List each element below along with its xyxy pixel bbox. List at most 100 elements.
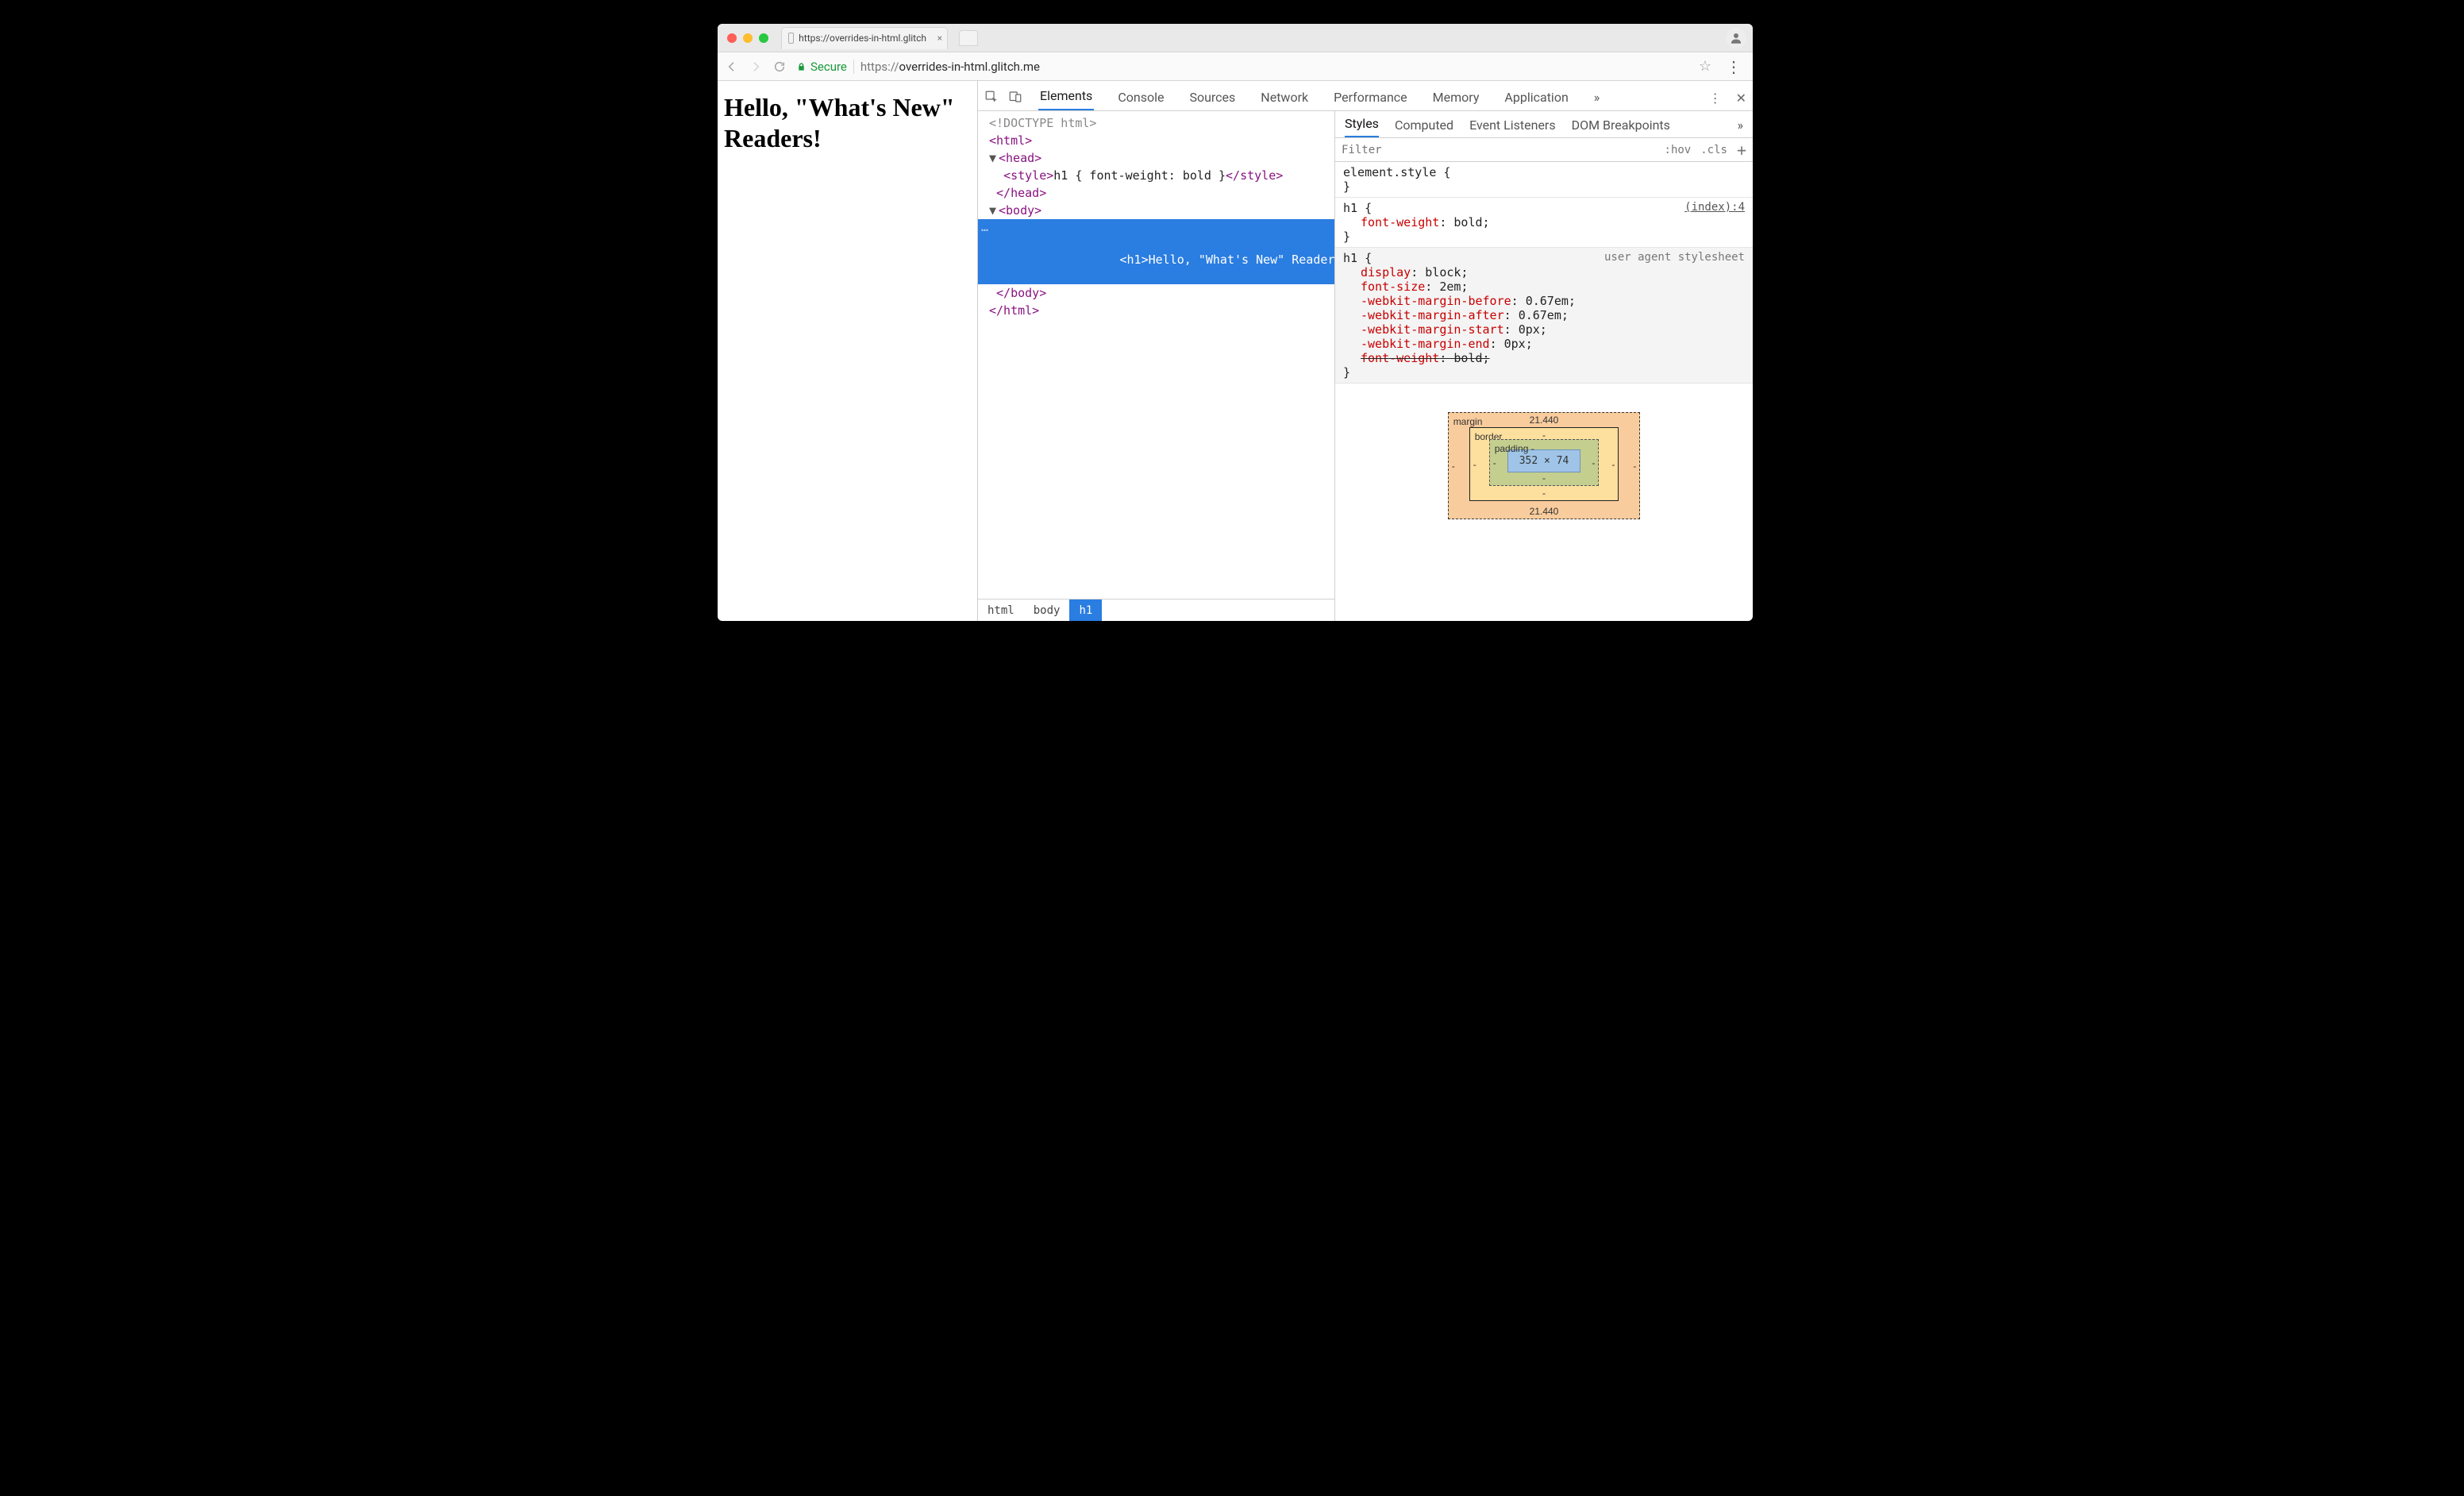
css-prop-overridden[interactable]: font-weight: bold; bbox=[1343, 351, 1745, 365]
box-margin-top: 21.440 bbox=[1530, 414, 1559, 426]
rendered-page: Hello, "What's New" Readers! bbox=[718, 81, 978, 621]
new-rule-button[interactable]: + bbox=[1737, 141, 1746, 160]
box-border-right: - bbox=[1611, 459, 1615, 470]
box-padding-right: - bbox=[1592, 457, 1595, 468]
omnibox[interactable]: Secure https://overrides-in-html.glitch.… bbox=[797, 60, 1688, 74]
dom-style-css[interactable]: h1 { font-weight: bold } bbox=[1053, 168, 1226, 183]
tab-console[interactable]: Console bbox=[1116, 83, 1165, 110]
back-button[interactable] bbox=[726, 60, 738, 73]
crumb-body[interactable]: body bbox=[1024, 600, 1070, 621]
profile-avatar-icon[interactable] bbox=[1726, 28, 1746, 48]
rule-source-link[interactable]: (index):4 bbox=[1684, 201, 1745, 214]
styles-tabs-overflow-icon[interactable]: » bbox=[1738, 113, 1744, 137]
tab-sources[interactable]: Sources bbox=[1188, 83, 1237, 110]
box-model[interactable]: margin 21.440 21.440 - - border - - bbox=[1335, 384, 1753, 621]
prop-value: bold; bbox=[1453, 351, 1489, 365]
prop-name: font-weight bbox=[1361, 351, 1439, 365]
tab-application[interactable]: Application bbox=[1503, 83, 1569, 110]
page-heading: Hello, "What's New" Readers! bbox=[724, 92, 969, 154]
window-zoom-button[interactable] bbox=[759, 33, 768, 43]
styles-tabs: Styles Computed Event Listeners DOM Brea… bbox=[1335, 111, 1753, 138]
css-prop[interactable]: -webkit-margin-before: 0.67em; bbox=[1343, 294, 1745, 308]
box-border: border - - - - padding - - - bbox=[1469, 427, 1619, 501]
box-padding-bottom: - bbox=[1542, 472, 1546, 484]
prop-value: 0px; bbox=[1504, 337, 1533, 351]
css-prop[interactable]: -webkit-margin-end: 0px; bbox=[1343, 337, 1745, 351]
dom-h1-text: Hello, "What's New" Readers! bbox=[1149, 253, 1334, 267]
dom-tree[interactable]: <!DOCTYPE html> <html> ▼<head> <style>h1… bbox=[978, 111, 1334, 599]
rule-close: } bbox=[1343, 229, 1745, 244]
window-minimize-button[interactable] bbox=[743, 33, 753, 43]
rule-element-style[interactable]: element.style { } bbox=[1335, 162, 1753, 198]
dom-h1-open: <h1> bbox=[1120, 253, 1149, 267]
crumb-h1[interactable]: h1 bbox=[1069, 600, 1102, 621]
css-prop[interactable]: display: block; bbox=[1343, 265, 1745, 280]
tab-dom-breakpoints[interactable]: DOM Breakpoints bbox=[1572, 113, 1670, 137]
secure-label: Secure bbox=[810, 60, 847, 74]
page-icon bbox=[788, 33, 794, 44]
bookmark-star-icon[interactable]: ☆ bbox=[1699, 58, 1711, 75]
tab-performance[interactable]: Performance bbox=[1332, 83, 1409, 110]
window-close-button[interactable] bbox=[727, 33, 737, 43]
prop-value: 0px; bbox=[1519, 322, 1547, 337]
dom-selected-node[interactable]: … <h1>Hello, "What's New" Readers!</h1> … bbox=[978, 219, 1334, 284]
inspect-icon[interactable] bbox=[984, 90, 999, 104]
box-margin-left: - bbox=[1452, 461, 1455, 472]
tab-network[interactable]: Network bbox=[1259, 83, 1310, 110]
dom-breadcrumbs: html body h1 bbox=[978, 599, 1334, 621]
browser-menu-icon[interactable]: ⋮ bbox=[1723, 57, 1745, 76]
security-indicator[interactable]: Secure bbox=[797, 60, 847, 74]
forward-button[interactable] bbox=[749, 60, 762, 73]
rule-close: } bbox=[1343, 365, 1745, 380]
tab-computed[interactable]: Computed bbox=[1395, 113, 1453, 137]
tab-title: https://overrides-in-html.glitch bbox=[799, 33, 926, 44]
reload-button[interactable] bbox=[773, 60, 786, 73]
tab-styles[interactable]: Styles bbox=[1345, 111, 1379, 137]
url: https://overrides-in-html.glitch.me bbox=[860, 60, 1040, 74]
prop-name: font-weight bbox=[1361, 215, 1439, 229]
devtools-menu-icon[interactable]: ⋮ bbox=[1709, 91, 1722, 106]
hov-toggle[interactable]: :hov bbox=[1665, 144, 1692, 156]
browser-window: https://overrides-in-html.glitch × bbox=[718, 24, 1753, 621]
dom-body-close: </body> bbox=[996, 286, 1046, 300]
prop-value: bold; bbox=[1453, 215, 1489, 229]
tab-close-icon[interactable]: × bbox=[937, 33, 942, 44]
rule-user-agent[interactable]: user agent stylesheet h1 { display: bloc… bbox=[1335, 248, 1753, 384]
rule-selector: element.style { bbox=[1343, 165, 1745, 179]
css-prop[interactable]: -webkit-margin-start: 0px; bbox=[1343, 322, 1745, 337]
tab-event-listeners[interactable]: Event Listeners bbox=[1469, 113, 1556, 137]
browser-tab[interactable]: https://overrides-in-html.glitch × bbox=[781, 27, 948, 49]
devtools-close-icon[interactable]: ✕ bbox=[1736, 91, 1746, 106]
prop-name: -webkit-margin-after bbox=[1361, 308, 1504, 322]
toggle-icon[interactable]: ▼ bbox=[989, 202, 999, 218]
new-tab-button[interactable] bbox=[959, 30, 978, 46]
box-margin-label: margin bbox=[1453, 416, 1483, 427]
tabs-overflow-icon[interactable]: » bbox=[1592, 83, 1602, 110]
box-padding: padding - - - - 352 × 74 bbox=[1489, 439, 1600, 486]
dom-style-open[interactable]: <style> bbox=[1003, 168, 1053, 183]
dom-head-open[interactable]: <head> bbox=[999, 151, 1041, 165]
prop-value: 2em; bbox=[1439, 280, 1468, 294]
box-padding-label: padding - bbox=[1495, 443, 1534, 454]
toggle-icon[interactable]: ▼ bbox=[989, 150, 999, 166]
prop-name: -webkit-margin-before bbox=[1361, 294, 1511, 308]
box-margin: margin 21.440 21.440 - - border - - bbox=[1448, 412, 1641, 519]
tab-memory[interactable]: Memory bbox=[1431, 83, 1481, 110]
dom-body-open[interactable]: <body> bbox=[999, 203, 1041, 218]
css-prop[interactable]: font-weight: bold; bbox=[1343, 215, 1745, 229]
dom-html-open[interactable]: <html> bbox=[989, 133, 1032, 148]
styles-filter-input[interactable] bbox=[1342, 144, 1655, 156]
box-margin-bottom: 21.440 bbox=[1530, 506, 1559, 517]
device-toggle-icon[interactable] bbox=[1008, 90, 1022, 104]
css-prop[interactable]: -webkit-margin-after: 0.67em; bbox=[1343, 308, 1745, 322]
prop-name: font-size bbox=[1361, 280, 1425, 294]
crumb-html[interactable]: html bbox=[978, 600, 1024, 621]
cls-toggle[interactable]: .cls bbox=[1700, 144, 1727, 156]
tab-elements[interactable]: Elements bbox=[1038, 82, 1094, 110]
box-padding-left: - bbox=[1493, 457, 1496, 468]
styles-filter-row: :hov .cls + bbox=[1335, 138, 1753, 162]
box-border-left: - bbox=[1473, 459, 1476, 470]
box-border-bottom: - bbox=[1542, 488, 1546, 499]
css-prop[interactable]: font-size: 2em; bbox=[1343, 280, 1745, 294]
rule-index[interactable]: (index):4 h1 { font-weight: bold; } bbox=[1335, 198, 1753, 248]
